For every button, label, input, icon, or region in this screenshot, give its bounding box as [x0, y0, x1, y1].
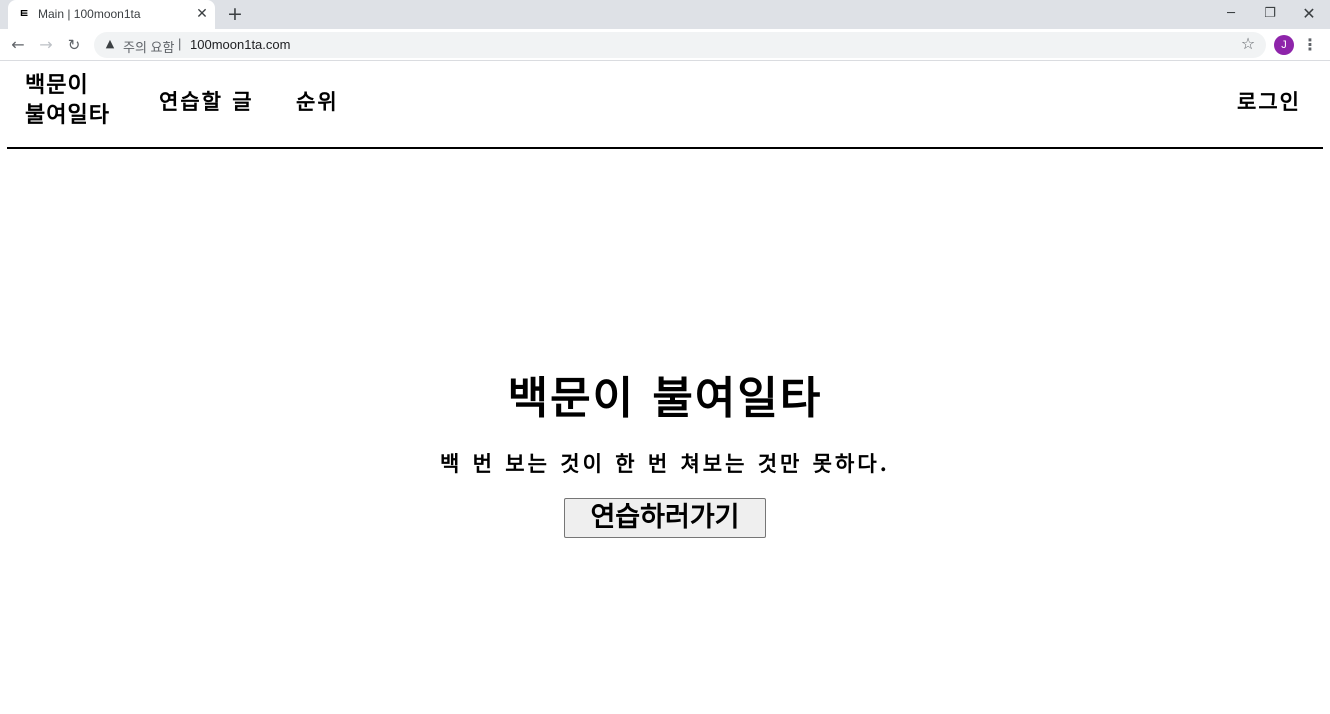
nav-practice-texts[interactable]: 연습할 글 [159, 86, 254, 116]
site-header: 백문이 불여일타 연습할 글 순위 로그인 [7, 62, 1323, 149]
restore-button[interactable]: ❐ [1251, 0, 1289, 29]
favicon-icon: ㅌ [18, 7, 30, 20]
browser-tab[interactable]: ㅌ Main | 100moon1ta ✕ [8, 0, 215, 29]
site-logo[interactable]: 백문이 불여일타 [25, 70, 135, 130]
hero-title: 백문이 불여일타 [507, 373, 823, 424]
close-tab-icon[interactable]: ✕ [194, 6, 210, 22]
back-button[interactable]: ← [6, 33, 30, 57]
browser-toolbar: ← → ↻ ▲ 주의 요함 | 100moon1ta.com ☆ [0, 29, 1330, 61]
url-separator: | [178, 36, 182, 51]
hero-subtitle: 백 번 보는 것이 한 번 쳐보는 것만 못하다. [440, 451, 890, 476]
minimize-button[interactable]: ─ [1212, 0, 1250, 29]
reload-button[interactable]: ↻ [62, 33, 86, 57]
browser-menu-icon[interactable]: ⋮ [1301, 34, 1319, 56]
address-bar[interactable]: ▲ 주의 요함 | 100moon1ta.com ☆ [94, 32, 1266, 58]
forward-button[interactable]: → [34, 33, 58, 57]
tab-strip: ㅌ Main | 100moon1ta ✕ + ─ ❐ ✕ [0, 0, 1330, 29]
tab-title: Main | 100moon1ta [38, 7, 141, 21]
warning-icon[interactable]: ▲ [103, 37, 117, 51]
security-status[interactable]: 주의 요함 [123, 37, 174, 56]
nav-login[interactable]: 로그인 [1237, 86, 1301, 116]
new-tab-button[interactable]: + [224, 3, 246, 25]
url-text[interactable]: 100moon1ta.com [190, 37, 290, 52]
close-window-button[interactable]: ✕ [1290, 0, 1328, 29]
bookmark-star-icon[interactable]: ☆ [1238, 34, 1258, 54]
nav-ranking[interactable]: 순위 [296, 86, 339, 116]
profile-avatar[interactable]: J [1274, 35, 1294, 55]
start-practice-button[interactable]: 연습하러가기 [564, 498, 766, 538]
